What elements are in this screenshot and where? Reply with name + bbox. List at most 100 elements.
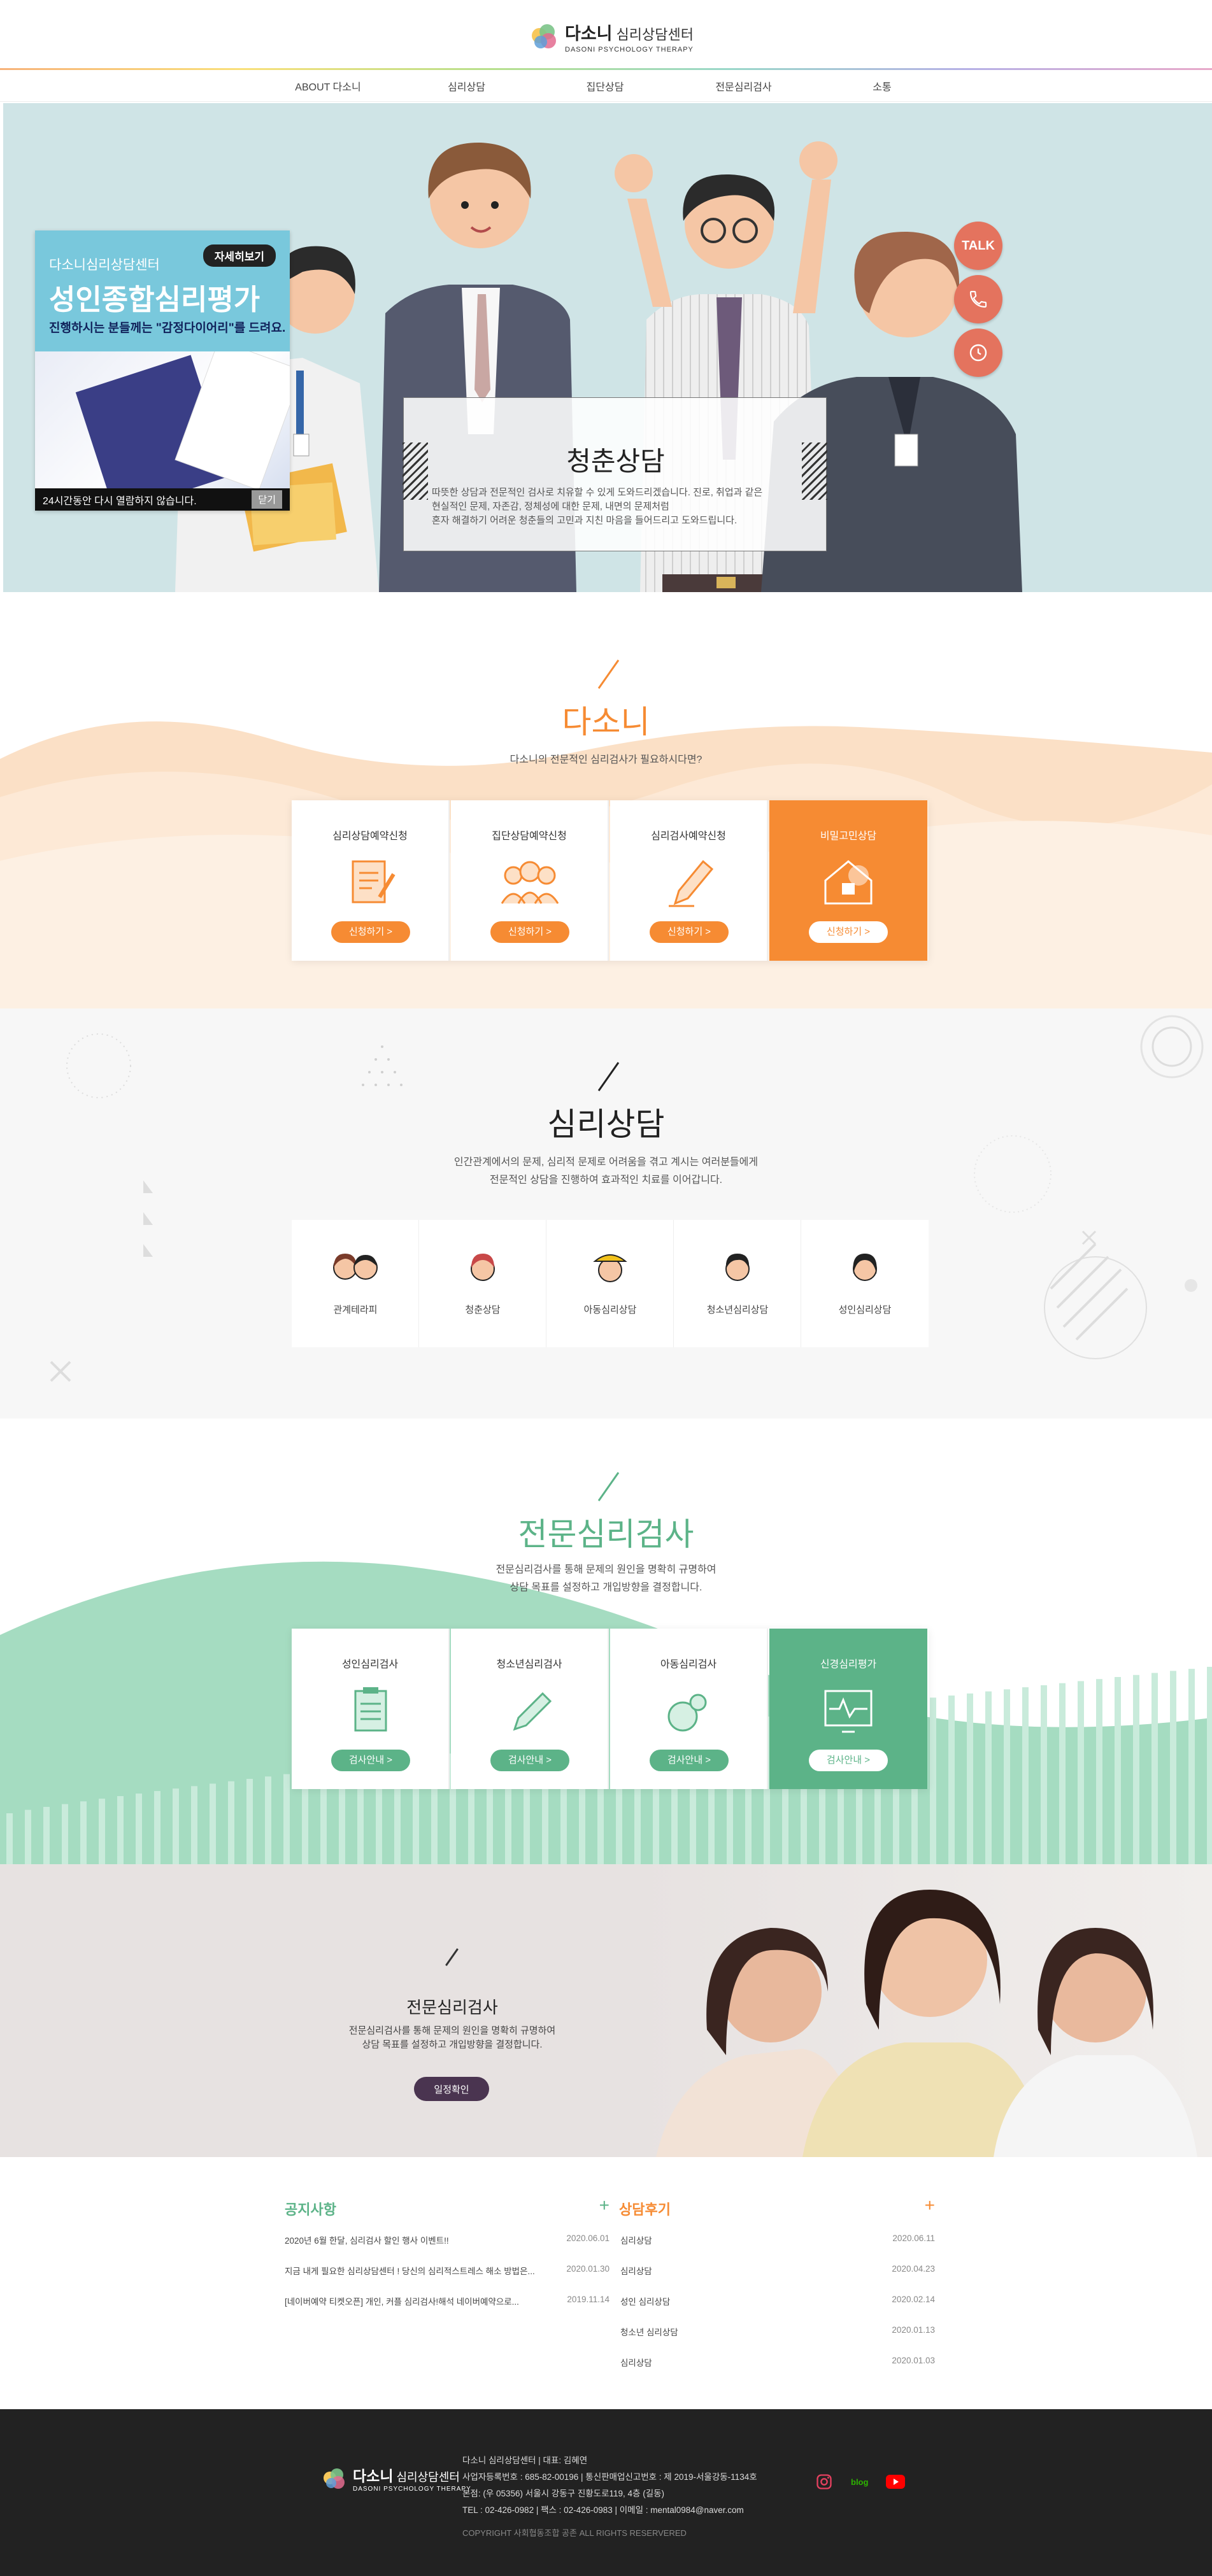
dasoni-sub: 다소니의 전문적인 심리검사가 필요하시다면? [510, 754, 702, 765]
guide-button[interactable]: 검사안내 > [650, 1750, 729, 1771]
card-child-test[interactable]: 아동심리검사 검사안내 > [610, 1629, 768, 1789]
item-youth-counsel[interactable]: 청춘상담 [419, 1220, 546, 1347]
row-date: 2020.01.13 [892, 2325, 935, 2335]
guide-button[interactable]: 검사안내 > [809, 1750, 888, 1771]
card-title: 심리상담예약신청 [332, 831, 408, 842]
pencil-icon [669, 860, 714, 907]
card-title: 성인심리검사 [341, 1659, 399, 1670]
decor-background [50, 1015, 1204, 1382]
item-relation-therapy[interactable]: 관계테라피 [292, 1220, 419, 1347]
apply-button[interactable]: 신청하기 > [650, 921, 729, 943]
info-line: TEL : 02-426-0982 | 팩스 : 02-426-0983 | 이… [462, 2505, 744, 2515]
row-title: 심리상담 [620, 2358, 652, 2368]
document-pen-icon [352, 860, 396, 903]
clipboard-icon [354, 1687, 387, 1732]
apply-button[interactable]: 신청하기 > [809, 921, 888, 943]
nav-counsel[interactable]: 심리상담 [419, 78, 515, 94]
card-teen-test[interactable]: 청소년심리검사 검사안내 > [451, 1629, 609, 1789]
item-adult-counsel[interactable]: 성인심리상담 [801, 1220, 929, 1347]
decor-bar [228, 1781, 234, 1864]
guide-button[interactable]: 검사안내 > [331, 1750, 410, 1771]
test-title: 전문심리검사 [518, 1517, 694, 1552]
card-group-reserve[interactable]: 집단상담예약신청 신청하기 > [451, 800, 609, 961]
decor-bar [1041, 1685, 1047, 1864]
instagram-icon[interactable] [815, 2473, 833, 2491]
decor-bar [967, 1693, 973, 1864]
clock-icon[interactable] [954, 329, 1002, 377]
review-row[interactable]: 심리상담 2020.06.11 [620, 2233, 935, 2249]
youtube-icon[interactable] [886, 2475, 906, 2489]
decor-bar [25, 1809, 31, 1864]
decor-bar [265, 1776, 271, 1864]
nav-about[interactable]: ABOUT 다소니 [280, 78, 376, 94]
footer-logo[interactable]: 다소니 심리상담센터 DASONI PSYCHOLOGY THERAPY [324, 2464, 471, 2493]
review-row[interactable]: 청소년 심리상담 2020.01.13 [620, 2325, 935, 2340]
page: 다소니 심리상담센터 DASONI PSYCHOLOGY THERAPY ABOU… [0, 0, 1212, 2576]
popup-hide-text[interactable]: 24시간동안 다시 열람하지 않습니다. [43, 492, 197, 507]
footer-logo-suffix: 심리상담센터 [396, 2471, 460, 2484]
item-child-counsel[interactable]: 아동심리상담 [546, 1220, 674, 1347]
popup-desc: 진행하시는 분들께는 "감정다이어리"를 드려요. [49, 322, 286, 335]
notice-row[interactable]: 2020년 6월 한달, 심리검사 할인 행사 이벤트!! 2020.06.01 [285, 2233, 610, 2249]
decor-bar [948, 1695, 955, 1864]
plus-icon[interactable]: + [599, 2195, 610, 2216]
nav-test[interactable]: 전문심리검사 [696, 78, 792, 94]
review-title: 상담후기 [619, 2202, 671, 2218]
test-sub1: 전문심리검사를 통해 문제의 원인을 명확히 규명하여 [495, 1564, 717, 1575]
test-sub2: 상담 목표를 설정하고 개입방향을 결정합니다. [510, 1582, 702, 1593]
card-title: 청소년심리검사 [496, 1659, 562, 1670]
footer-logo-name: 다소니 [353, 2468, 394, 2484]
plus-icon[interactable]: + [925, 2195, 935, 2216]
row-date: 2020.04.23 [892, 2264, 935, 2274]
card-title: 아동심리검사 [660, 1659, 717, 1670]
review-row[interactable]: 심리상담 2020.01.03 [620, 2356, 935, 2371]
item-teen-counsel[interactable]: 청소년심리상담 [674, 1220, 801, 1347]
notice-row[interactable]: 지금 내게 필요한 심리상담센터 ! 당신의 심리적스트레스 해소 방법은...… [285, 2264, 610, 2279]
hero-title: 청춘상담 [566, 446, 665, 476]
teen-icon [725, 1254, 750, 1281]
photo-sub1: 전문심리검사를 통해 문제의 원인을 명확히 규명하여 [348, 2025, 556, 2036]
schedule-button[interactable]: 일정확인 [414, 2077, 489, 2101]
decor-bar [930, 1697, 936, 1864]
card-neuro-test[interactable]: 신경심리평가 검사안내 > [769, 1629, 927, 1789]
test-section: 전문심리검사 전문심리검사를 통해 문제의 원인을 명확히 규명하여 상담 목표… [0, 1419, 1212, 1864]
notice-row[interactable]: [네이버예약 티켓오픈] 개인, 커플 심리검사!해석 네이버예약으로... 20… [285, 2295, 610, 2310]
girl-icon [471, 1254, 495, 1281]
decor-bar [191, 1786, 197, 1864]
popup-title: 성인종합심리평가 [49, 283, 260, 316]
logo[interactable]: 다소니 심리상담센터 DASONI PSYCHOLOGY THERAPY [531, 17, 694, 56]
hero-desc-line: 현실적인 문제, 자존감, 정체성에 대한 문제, 내면의 문제처럼 [432, 501, 669, 512]
card-adult-test[interactable]: 성인심리검사 검사안내 > [292, 1629, 450, 1789]
popup: 다소니심리상담센터 자세히보기 성인종합심리평가 진행하시는 분들께는 "감정다… [35, 230, 303, 514]
logo-suffix: 심리상담센터 [616, 26, 694, 43]
item-label: 관계테라피 [333, 1305, 378, 1315]
review-row[interactable]: 심리상담 2020.04.23 [620, 2264, 935, 2279]
nav-group[interactable]: 집단상담 [557, 78, 653, 94]
talk-icon[interactable]: TALK [954, 222, 1002, 270]
phone-icon[interactable] [954, 275, 1002, 323]
popup-detail-button[interactable]: 자세히보기 [203, 244, 276, 267]
apply-button[interactable]: 신청하기 > [490, 921, 569, 943]
notice-title: 공지사항 [285, 2202, 336, 2218]
monitor-pulse-icon [824, 1690, 873, 1733]
blog-icon[interactable]: blog [851, 2477, 868, 2487]
card-title: 신경심리평가 [820, 1659, 877, 1670]
apply-button[interactable]: 신청하기 > [331, 921, 410, 943]
row-date: 2019.11.14 [567, 2295, 610, 2304]
info-line: 본점: (우 05356) 서울시 강동구 진황도로119, 4층 (길동) [462, 2489, 665, 2498]
decor-bar [1151, 1673, 1158, 1864]
card-test-reserve[interactable]: 심리검사예약신청 신청하기 > [610, 800, 768, 961]
decor-bar [43, 1806, 50, 1864]
review-row[interactable]: 성인 심리상담 2020.02.14 [620, 2295, 935, 2310]
popup-banner[interactable]: 다소니심리상담센터 자세히보기 성인종합심리평가 진행하시는 분들께는 "감정다… [35, 230, 290, 351]
card-secret-counsel[interactable]: 비밀고민상담 신청하기 > [769, 800, 927, 961]
card-counsel-reserve[interactable]: 심리상담예약신청 신청하기 > [292, 800, 450, 961]
sns-links: blog [815, 2473, 906, 2491]
logo-sub: DASONI PSYCHOLOGY THERAPY [565, 45, 694, 53]
popup-close-button[interactable]: 닫기 [252, 490, 282, 509]
info-line: 다소니 심리상담센터 | 대표: 김혜연 [462, 2456, 588, 2465]
decor-bar [80, 1801, 87, 1864]
nav-community[interactable]: 소통 [834, 78, 930, 94]
guide-button[interactable]: 검사안내 > [490, 1750, 569, 1771]
house-lock-icon [824, 860, 873, 905]
